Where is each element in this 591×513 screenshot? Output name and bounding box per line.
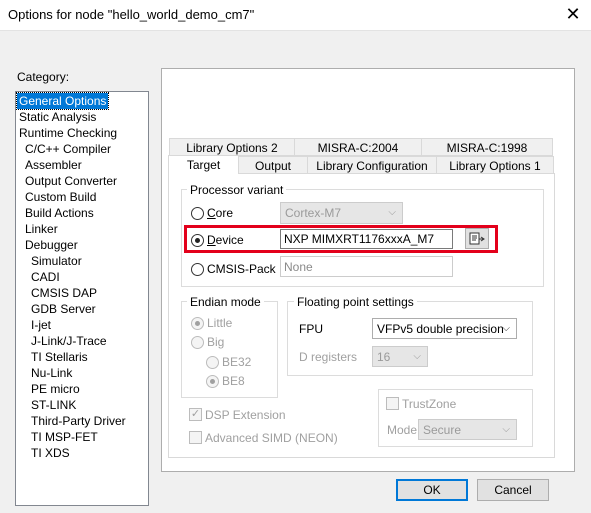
be8-radio[interactable] xyxy=(206,375,219,388)
cmsis-pack-radio[interactable] xyxy=(191,263,204,276)
core-label: Core xyxy=(207,206,234,220)
category-item-static-analysis[interactable]: Static Analysis xyxy=(17,109,98,125)
endian-mode-label: Endian mode xyxy=(187,295,264,309)
core-value: Cortex-M7 xyxy=(285,206,342,220)
chevron-down-icon: ⌵ xyxy=(388,207,396,218)
category-label: Category: xyxy=(17,70,70,84)
category-item-cmsis-dap[interactable]: CMSIS DAP xyxy=(29,285,99,301)
tab-misra-c-1998[interactable]: MISRA-C:1998 xyxy=(421,138,553,156)
chevron-down-icon: ⌵ xyxy=(502,323,510,334)
tab-output[interactable]: Output xyxy=(238,156,308,174)
fpu-combo[interactable]: VFPv5 double precision ⌵ xyxy=(372,318,517,339)
be32-label: BE32 xyxy=(222,355,252,369)
mode-combo[interactable]: Secure ⌵ xyxy=(418,419,517,440)
category-item-st-link[interactable]: ST-LINK xyxy=(29,397,78,413)
core-radio[interactable] xyxy=(191,207,204,220)
little-label: Little xyxy=(207,316,233,330)
category-item-build-actions[interactable]: Build Actions xyxy=(23,205,96,221)
tab-library-options-1[interactable]: Library Options 1 xyxy=(436,156,554,174)
category-list[interactable]: General Options Static Analysis Runtime Ch… xyxy=(15,91,149,506)
category-item-ti-msp-fet[interactable]: TI MSP-FET xyxy=(29,429,100,445)
title-bar: Options for node "hello_world_demo_cm7" … xyxy=(0,0,591,31)
d-registers-label: D registers xyxy=(299,350,358,364)
device-field[interactable]: NXP MIMXRT1176xxxA_M7 xyxy=(280,229,453,249)
category-item-third-party-driver[interactable]: Third-Party Driver xyxy=(29,413,128,429)
category-item-ti-stellaris[interactable]: TI Stellaris xyxy=(29,349,90,365)
device-browse-icon xyxy=(469,232,485,245)
core-label-rest: ore xyxy=(215,206,234,220)
category-item-linker[interactable]: Linker xyxy=(23,221,60,237)
mode-label: Mode xyxy=(387,423,418,437)
category-item-cadi[interactable]: CADI xyxy=(29,269,62,285)
chevron-down-icon: ⌵ xyxy=(413,351,421,362)
category-item-ti-xds[interactable]: TI XDS xyxy=(29,445,72,461)
be8-label: BE8 xyxy=(222,374,245,388)
tab-misra-c-2004[interactable]: MISRA-C:2004 xyxy=(294,138,422,156)
be32-radio[interactable] xyxy=(206,356,219,369)
trustzone-checkbox[interactable] xyxy=(386,397,399,410)
processor-variant-label: Processor variant xyxy=(187,183,287,197)
close-icon[interactable]: ✕ xyxy=(562,3,584,25)
little-radio[interactable] xyxy=(191,317,204,330)
tab-library-configuration[interactable]: Library Configuration xyxy=(307,156,437,174)
mode-value: Secure xyxy=(423,423,462,437)
category-item-c-c-compiler[interactable]: C/C++ Compiler xyxy=(23,141,113,157)
advanced-simd-label: Advanced SIMD (NEON) xyxy=(205,431,338,445)
select-device-button[interactable] xyxy=(465,228,489,249)
category-item-pe-micro[interactable]: PE micro xyxy=(29,381,82,397)
dsp-extension-checkbox[interactable]: ✓ xyxy=(189,408,202,421)
device-label: Device xyxy=(207,233,244,247)
window-title: Options for node "hello_world_demo_cm7" xyxy=(8,7,255,22)
category-item-general-options[interactable]: General Options xyxy=(15,92,110,110)
category-item-debugger[interactable]: Debugger xyxy=(23,237,80,253)
d-registers-value: 16 xyxy=(377,350,391,364)
device-radio[interactable] xyxy=(191,234,204,247)
ok-button[interactable]: OK xyxy=(396,479,468,501)
tab-target[interactable]: Target xyxy=(168,155,239,174)
big-label: Big xyxy=(207,335,225,349)
category-item-j-link-j-trace[interactable]: J-Link/J-Trace xyxy=(29,333,109,349)
cmsis-pack-label: CMSIS-Pack xyxy=(207,262,276,276)
d-registers-combo[interactable]: 16 ⌵ xyxy=(372,346,428,367)
category-item-simulator[interactable]: Simulator xyxy=(29,253,84,269)
floating-point-label: Floating point settings xyxy=(294,295,417,309)
trustzone-label: TrustZone xyxy=(402,397,457,411)
category-item-nu-link[interactable]: Nu-Link xyxy=(29,365,74,381)
dsp-extension-label: DSP Extension xyxy=(205,408,286,422)
category-item-gdb-server[interactable]: GDB Server xyxy=(29,301,98,317)
cmsis-pack-field[interactable]: None xyxy=(280,256,453,277)
category-item-i-jet[interactable]: I-jet xyxy=(29,317,53,333)
big-radio[interactable] xyxy=(191,336,204,349)
fpu-label: FPU xyxy=(299,322,323,336)
chevron-down-icon: ⌵ xyxy=(502,424,510,435)
core-combo[interactable]: Cortex-M7 ⌵ xyxy=(280,202,403,224)
cancel-button[interactable]: Cancel xyxy=(477,479,549,501)
tab-library-options-2[interactable]: Library Options 2 xyxy=(169,138,295,156)
category-item-custom-build[interactable]: Custom Build xyxy=(23,189,98,205)
advanced-simd-checkbox[interactable] xyxy=(189,431,202,444)
category-item-assembler[interactable]: Assembler xyxy=(23,157,84,173)
category-item-runtime-checking[interactable]: Runtime Checking xyxy=(17,125,119,141)
category-item-output-converter[interactable]: Output Converter xyxy=(23,173,119,189)
fpu-value: VFPv5 double precision xyxy=(377,322,504,336)
